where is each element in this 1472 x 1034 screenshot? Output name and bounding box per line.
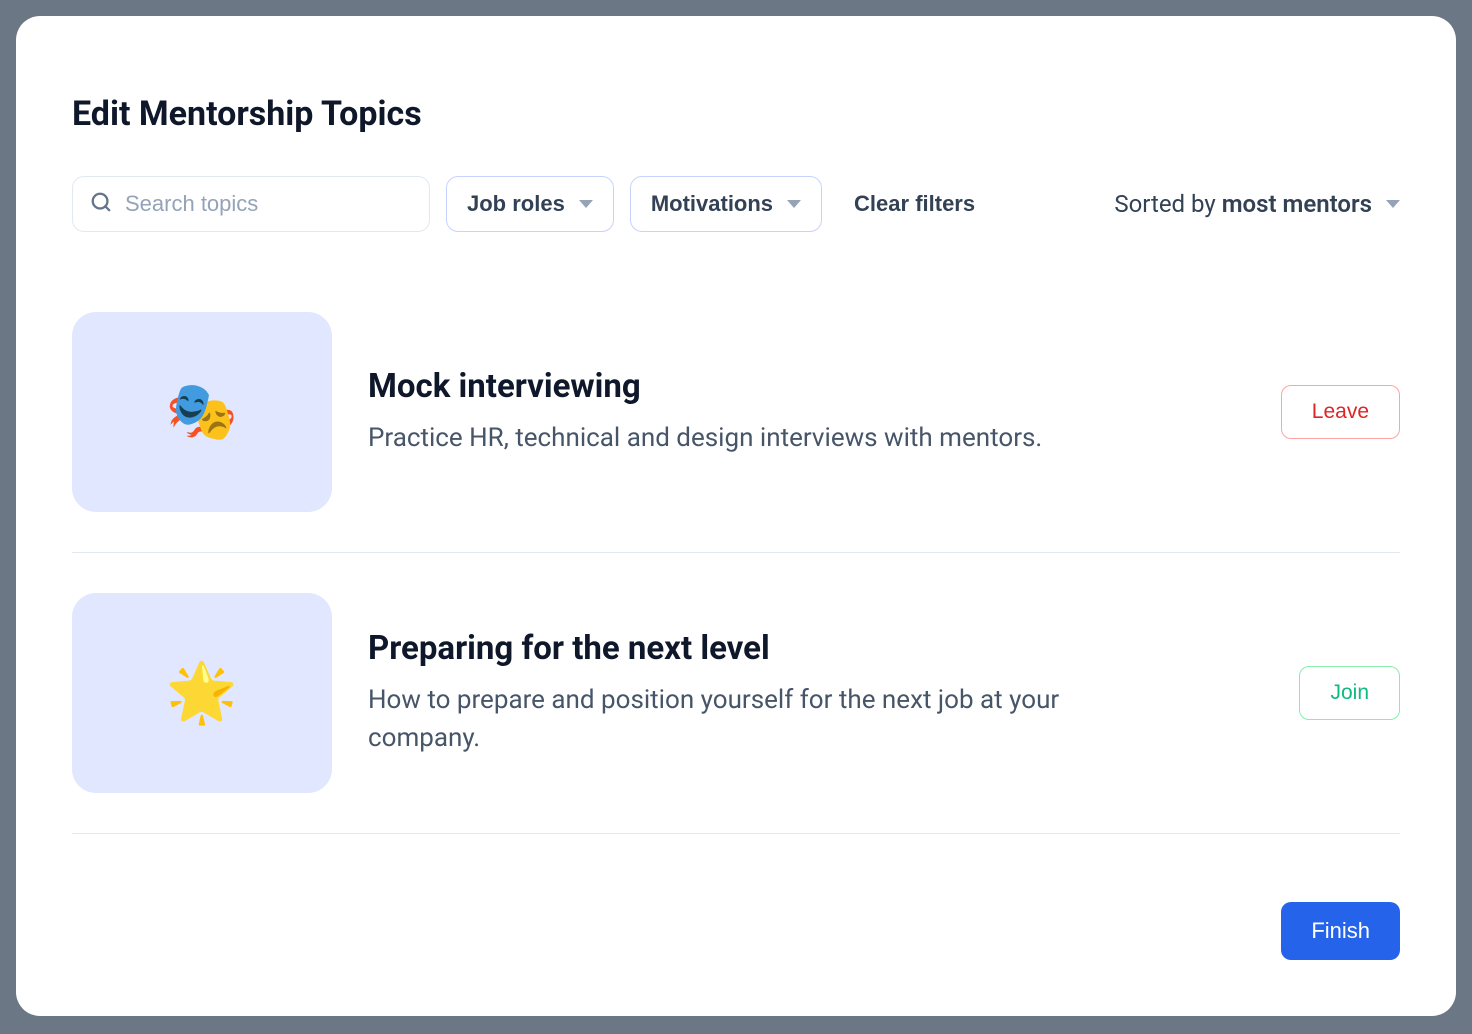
page-title: Edit Mentorship Topics — [72, 94, 1400, 134]
clear-filters-button[interactable]: Clear filters — [854, 191, 975, 217]
topic-description: Practice HR, technical and design interv… — [368, 420, 1108, 458]
sort-label: Sorted by most mentors — [1114, 190, 1372, 218]
topics-list: 🎭 Mock interviewing Practice HR, technic… — [72, 312, 1400, 834]
motivations-dropdown[interactable]: Motivations — [630, 176, 822, 232]
leave-button[interactable]: Leave — [1281, 385, 1400, 439]
chevron-down-icon — [1386, 200, 1400, 208]
topic-content: Mock interviewing Practice HR, technical… — [368, 367, 1245, 458]
finish-button[interactable]: Finish — [1281, 902, 1400, 960]
topic-icon: 🌟 — [72, 593, 332, 793]
topic-title: Mock interviewing — [368, 367, 1245, 406]
topic-item: 🌟 Preparing for the next level How to pr… — [72, 593, 1400, 834]
search-icon — [90, 191, 112, 217]
search-input[interactable] — [72, 176, 430, 232]
job-roles-dropdown[interactable]: Job roles — [446, 176, 614, 232]
sort-dropdown[interactable]: Sorted by most mentors — [1114, 190, 1400, 218]
topic-content: Preparing for the next level How to prep… — [368, 629, 1263, 757]
chevron-down-icon — [579, 200, 593, 208]
filters-row: Job roles Motivations Clear filters Sort… — [72, 176, 1400, 232]
filter-label: Job roles — [467, 191, 565, 217]
topic-title: Preparing for the next level — [368, 629, 1263, 668]
filter-label: Motivations — [651, 191, 773, 217]
join-button[interactable]: Join — [1299, 666, 1400, 720]
search-container — [72, 176, 430, 232]
topic-icon: 🎭 — [72, 312, 332, 512]
topic-description: How to prepare and position yourself for… — [368, 682, 1108, 757]
topic-item: 🎭 Mock interviewing Practice HR, technic… — [72, 312, 1400, 553]
chevron-down-icon — [787, 200, 801, 208]
edit-topics-modal: Edit Mentorship Topics Job roles Motivat… — [16, 16, 1456, 1016]
